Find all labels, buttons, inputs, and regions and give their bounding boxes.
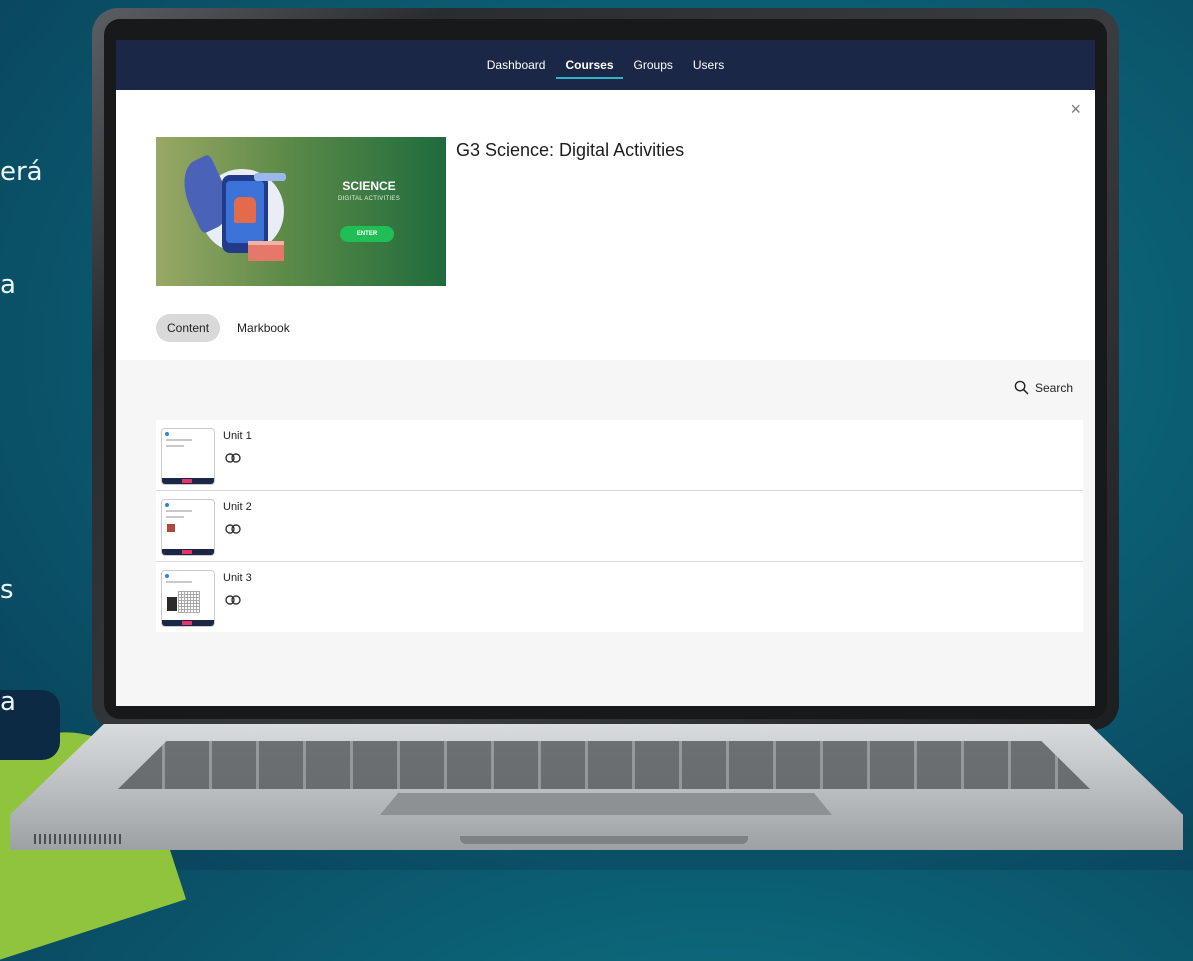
laptop-trackpad [380,793,832,815]
nav-groups[interactable]: Groups [633,58,674,72]
side-text: a [0,270,16,300]
list-item[interactable]: Unit 3 [156,562,1083,632]
content-panel: Search Unit 1 Unit 2 Unit 3 [116,360,1095,706]
tab-content[interactable]: Content [156,314,221,342]
side-text: s [0,575,14,605]
unit-name[interactable]: Unit 1 [223,430,252,442]
unit-thumbnail[interactable] [161,499,215,556]
course-header: × SCIENCE DIGITAL ACTIVITIES ENTER G3 Sc… [116,90,1095,360]
link-icon[interactable] [225,450,252,468]
banner-enter-button[interactable]: ENTER [340,226,394,242]
search-label: Search [1034,380,1073,395]
top-navigation: Dashboard Courses Groups Users [116,40,1095,90]
nav-courses[interactable]: Courses [556,58,623,79]
unit-thumbnail[interactable] [161,428,215,485]
unit-list: Unit 1 Unit 2 Unit 3 [156,420,1083,632]
nav-users[interactable]: Users [692,58,725,72]
banner-title: SCIENCE [342,179,396,193]
banner-bubble [254,173,286,181]
close-icon[interactable]: × [1070,100,1081,118]
app-screen: Dashboard Courses Groups Users × SCIENCE… [116,40,1095,706]
nav-dashboard[interactable]: Dashboard [486,58,547,72]
side-text: a [0,687,16,717]
unit-thumbnail[interactable] [161,570,215,627]
course-tabs: Content Markbook [156,314,301,342]
tab-markbook[interactable]: Markbook [226,314,301,342]
list-item[interactable]: Unit 2 [156,491,1083,562]
laptop-vents [34,834,122,844]
side-text: erá [0,157,43,187]
link-icon[interactable] [225,592,252,610]
course-banner[interactable]: SCIENCE DIGITAL ACTIVITIES ENTER [156,137,446,286]
banner-books [248,241,284,261]
unit-name[interactable]: Unit 3 [223,572,252,584]
search-icon [1014,380,1029,395]
banner-person [234,197,256,223]
unit-name[interactable]: Unit 2 [223,501,252,513]
link-icon[interactable] [225,521,252,539]
search-button[interactable]: Search [1014,380,1073,395]
laptop-keyboard [118,741,1090,789]
list-item[interactable]: Unit 1 [156,420,1083,491]
laptop-lip [460,836,748,844]
banner-subtitle: DIGITAL ACTIVITIES [337,196,401,202]
course-title: G3 Science: Digital Activities [456,140,685,160]
